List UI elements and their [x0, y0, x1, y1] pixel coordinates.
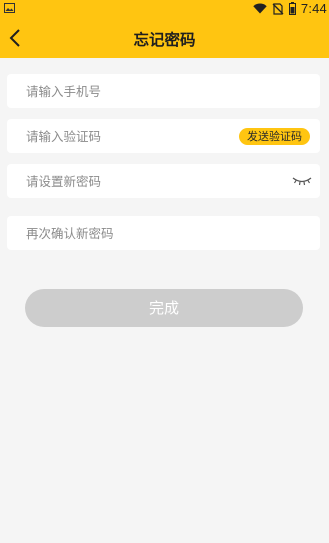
status-bar: 7:44 [0, 0, 329, 17]
app-header: 忘记密码 [0, 17, 329, 58]
confirm-password-field [7, 216, 320, 250]
code-field: 发送验证码 [7, 119, 320, 153]
new-password-field [7, 164, 320, 198]
new-password-input[interactable] [7, 164, 320, 198]
wifi-icon [253, 3, 267, 14]
send-code-button[interactable]: 发送验证码 [239, 128, 310, 145]
phone-input[interactable] [7, 74, 320, 108]
image-icon [4, 3, 15, 13]
battery-icon [288, 2, 296, 15]
phone-field [7, 74, 320, 108]
eye-closed-icon[interactable] [292, 173, 312, 187]
no-sim-icon [272, 2, 284, 15]
done-button[interactable]: 完成 [25, 289, 303, 327]
page-title: 忘记密码 [133, 31, 196, 49]
confirm-password-input[interactable] [7, 216, 320, 250]
status-time: 7:44 [300, 1, 327, 16]
